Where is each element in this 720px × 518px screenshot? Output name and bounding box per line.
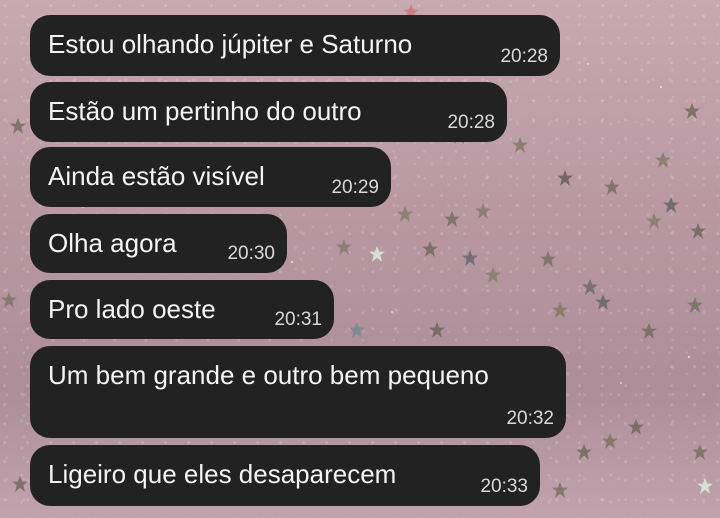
message-text: Olha agora xyxy=(48,228,177,258)
message-timestamp: 20:32 xyxy=(506,408,554,429)
chat-message-list[interactable]: Estou olhando júpiter e Saturno 20:28 Es… xyxy=(0,0,720,518)
message-text: Pro lado oeste xyxy=(48,294,216,324)
message-text: Um bem grande e outro bem pequeno xyxy=(48,360,489,390)
message-bubble[interactable]: Um bem grande e outro bem pequeno 20:32 xyxy=(30,346,566,438)
message-bubble[interactable]: Ligeiro que eles desaparecem 20:33 xyxy=(30,445,540,506)
message-timestamp: 20:28 xyxy=(447,112,495,133)
message-bubble[interactable]: Olha agora 20:30 xyxy=(30,214,287,273)
message-text: Estão um pertinho do outro xyxy=(48,96,362,126)
message-timestamp: 20:31 xyxy=(274,309,322,330)
message-bubble[interactable]: Estão um pertinho do outro 20:28 xyxy=(30,82,507,142)
message-text: Estou olhando júpiter e Saturno xyxy=(48,29,413,59)
message-text: Ligeiro que eles desaparecem xyxy=(48,459,397,489)
message-text: Ainda estão visível xyxy=(48,161,265,191)
message-timestamp: 20:28 xyxy=(500,46,548,67)
message-timestamp: 20:30 xyxy=(227,243,275,264)
message-timestamp: 20:33 xyxy=(480,476,528,497)
message-timestamp: 20:29 xyxy=(331,177,379,198)
message-bubble[interactable]: Ainda estão visível 20:29 xyxy=(30,147,391,207)
message-bubble[interactable]: Estou olhando júpiter e Saturno 20:28 xyxy=(30,15,560,76)
message-bubble[interactable]: Pro lado oeste 20:31 xyxy=(30,280,334,339)
